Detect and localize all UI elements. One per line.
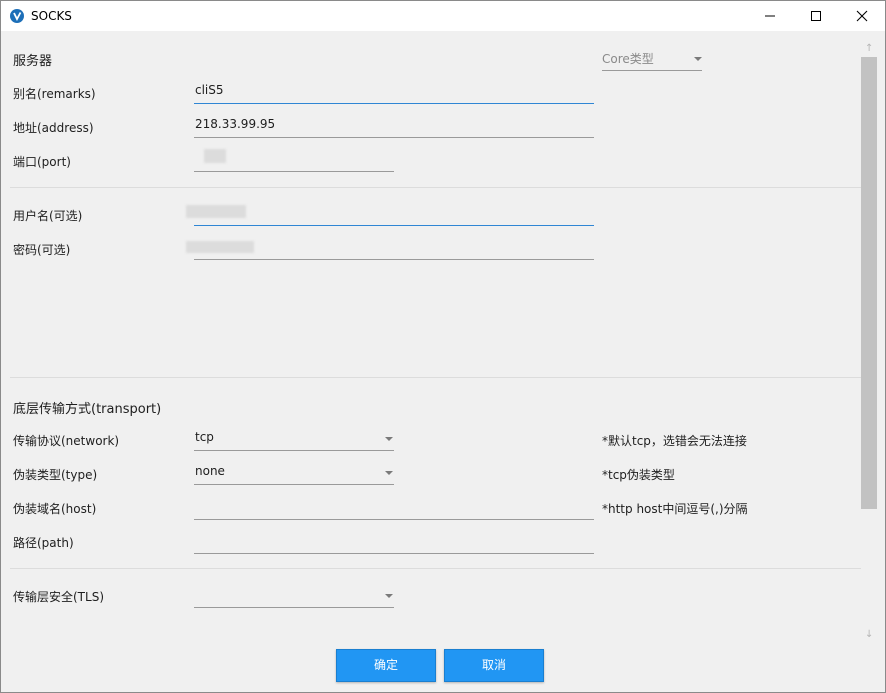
transport-section-title: 底层传输方式(transport) [13, 402, 162, 417]
scrollbar-thumb[interactable] [861, 57, 877, 509]
username-label: 用户名(可选) [13, 209, 83, 223]
section-divider [10, 568, 861, 569]
close-icon [856, 10, 868, 22]
address-field[interactable]: 218.33.99.95 [194, 115, 594, 138]
minimize-button[interactable] [747, 1, 793, 31]
window-title: SOCKS [31, 9, 72, 23]
network-value: tcp [195, 430, 214, 444]
port-label: 端口(port) [13, 155, 71, 169]
redacted-username [186, 205, 246, 218]
redacted-password [186, 241, 254, 253]
address-value: 218.33.99.95 [195, 117, 276, 131]
section-divider [10, 377, 861, 378]
remarks-field[interactable]: cliS5 [194, 81, 594, 104]
address-label: 地址(address) [13, 121, 94, 135]
form-content: 服务器 Core类型 别名(remarks) cliS5 地址(address)… [1, 31, 885, 692]
v2rayn-app-icon [10, 9, 24, 23]
chevron-down-icon [694, 57, 702, 61]
path-field[interactable] [194, 531, 594, 554]
password-field[interactable] [186, 237, 594, 260]
chevron-down-icon [385, 437, 393, 441]
tls-label: 传输层安全(TLS) [13, 590, 104, 604]
minimize-icon [765, 15, 775, 17]
network-note: *默认tcp，选错会无法连接 [602, 434, 747, 448]
dialog-window: SOCKS 服务器 Core类型 别名(remarks) cliS5 地址(ad… [0, 0, 886, 693]
path-label: 路径(path) [13, 536, 74, 550]
host-label: 伪装域名(host) [13, 502, 97, 516]
server-section-title: 服务器 [13, 54, 53, 69]
host-note: *http host中间逗号(,)分隔 [602, 502, 748, 516]
cancel-button[interactable]: 取消 [444, 649, 544, 682]
username-field[interactable] [186, 203, 594, 226]
core-type-select[interactable]: Core类型 [602, 49, 702, 71]
scroll-up-icon[interactable]: ↑ [865, 43, 873, 54]
title-bar: SOCKS [1, 1, 885, 31]
type-label: 伪装类型(type) [13, 468, 98, 482]
scroll-down-icon[interactable]: ↓ [865, 629, 873, 640]
port-field[interactable] [194, 149, 394, 172]
tls-select[interactable] [194, 585, 394, 608]
redacted-port [204, 149, 226, 163]
remarks-label: 别名(remarks) [13, 87, 96, 101]
type-value: none [195, 464, 225, 478]
network-select[interactable]: tcp [194, 428, 394, 451]
chevron-down-icon [385, 594, 393, 598]
section-divider [10, 187, 861, 188]
chevron-down-icon [385, 471, 393, 475]
remarks-value: cliS5 [195, 83, 224, 97]
password-label: 密码(可选) [13, 243, 71, 257]
maximize-icon [811, 11, 821, 21]
type-note: *tcp伪装类型 [602, 468, 675, 482]
ok-button[interactable]: 确定 [336, 649, 436, 682]
network-label: 传输协议(network) [13, 434, 120, 448]
type-select[interactable]: none [194, 462, 394, 485]
host-field[interactable] [194, 497, 594, 520]
close-button[interactable] [839, 1, 885, 31]
core-type-placeholder: Core类型 [602, 52, 654, 66]
maximize-button[interactable] [793, 1, 839, 31]
